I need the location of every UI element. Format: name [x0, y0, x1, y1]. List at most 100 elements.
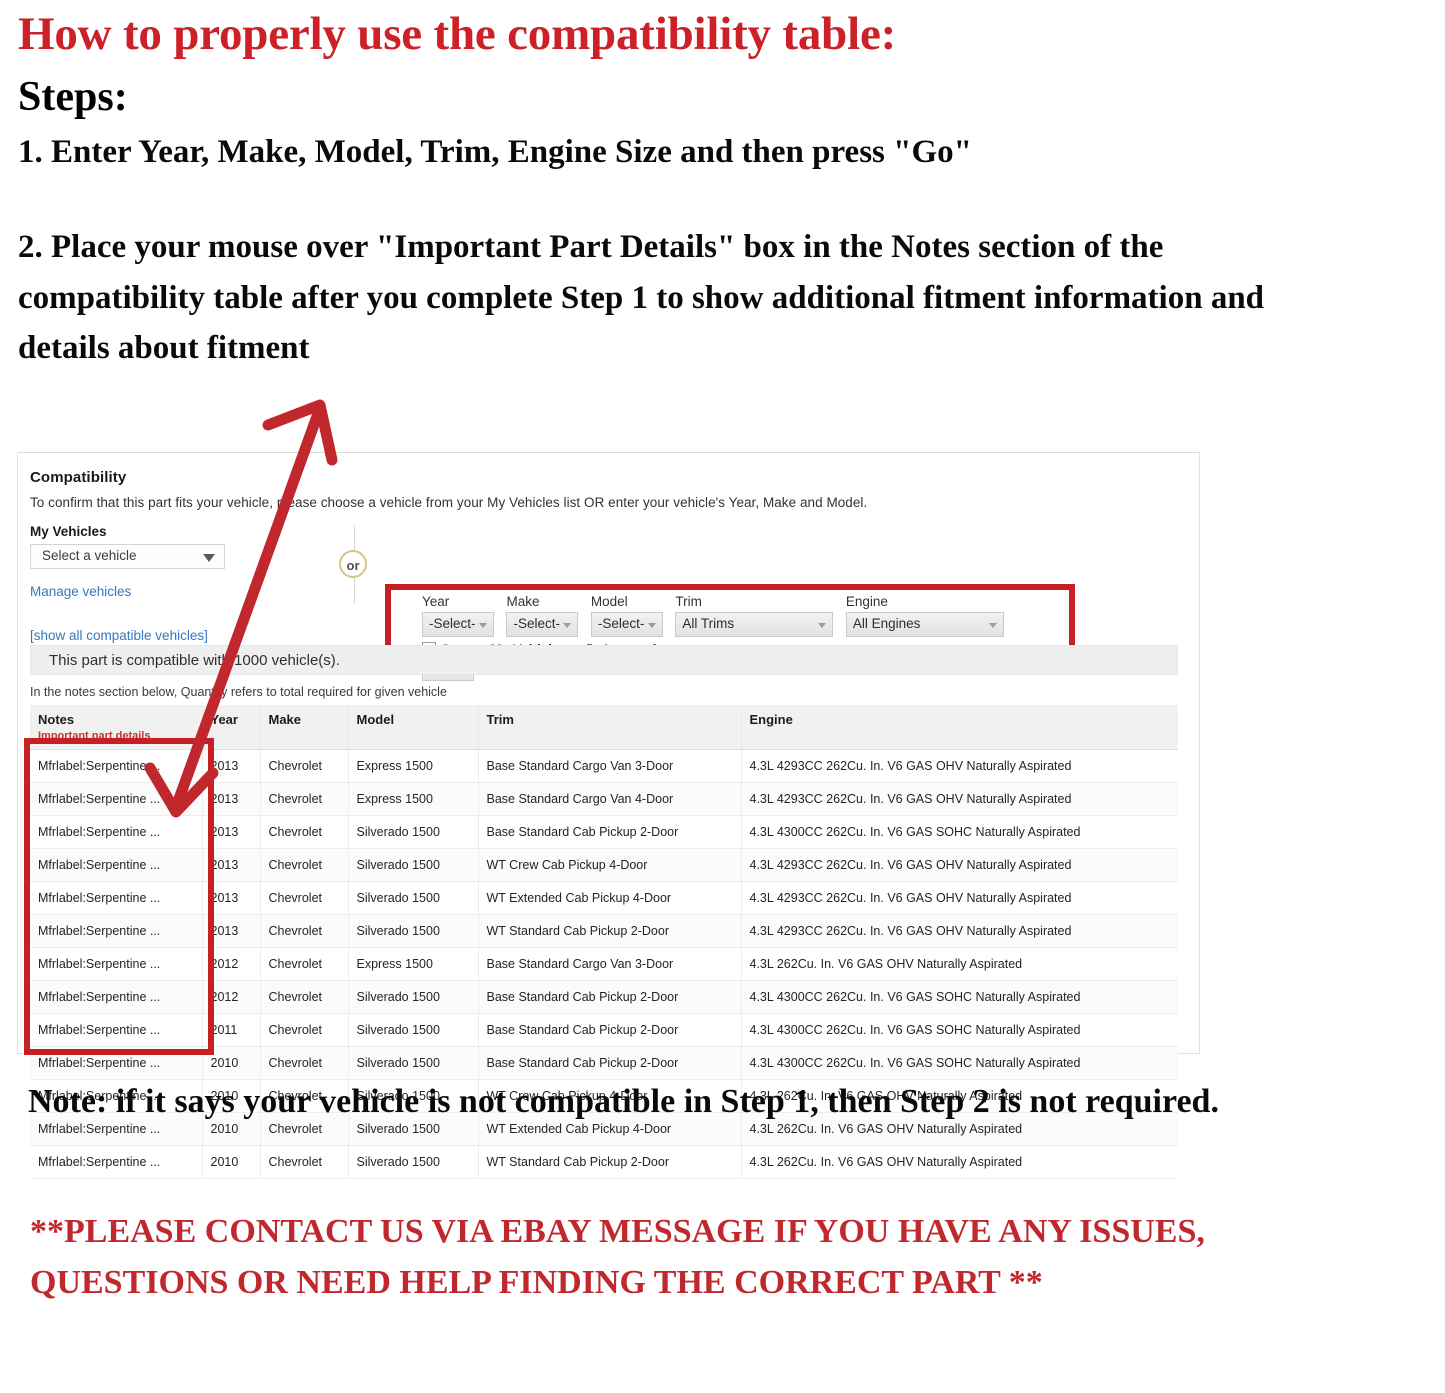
cell-trim: WT Crew Cab Pickup 4-Door: [478, 848, 742, 882]
cell-engine: 4.3L 4293CC 262Cu. In. V6 GAS OHV Natura…: [741, 914, 1178, 948]
cell-make: Chevrolet: [260, 1013, 349, 1047]
cell-notes[interactable]: Mfrlabel:Serpentine ...: [30, 914, 203, 948]
column-header-model[interactable]: Model: [348, 705, 479, 750]
cell-year: 2013: [202, 848, 261, 882]
chevron-down-icon: [988, 623, 997, 628]
column-header-year[interactable]: Year: [202, 705, 261, 750]
model-label: Model: [590, 594, 628, 609]
cell-notes[interactable]: Mfrlabel:Serpentine ...: [30, 980, 203, 1014]
table-row[interactable]: Mfrlabel:Serpentine ... 2013 Chevrolet Expr…: [30, 749, 1178, 783]
cell-engine: 4.3L 4300CC 262Cu. In. V6 GAS SOHC Natur…: [741, 815, 1178, 849]
my-vehicles-label: My Vehicles: [30, 524, 107, 539]
manage-vehicles-link[interactable]: Manage vehicles: [30, 584, 131, 599]
cell-year: 2010: [202, 1046, 261, 1080]
my-vehicles-select[interactable]: Select a vehicle: [30, 544, 225, 569]
cell-trim: Base Standard Cargo Van 3-Door: [478, 749, 742, 783]
cell-engine: 4.3L 262Cu. In. V6 GAS OHV Naturally Asp…: [741, 947, 1178, 981]
year-select[interactable]: -Select-: [422, 612, 494, 637]
make-select-value: -Select-: [513, 616, 560, 631]
column-header-engine[interactable]: Engine: [741, 705, 1178, 750]
step-1-text: 1. Enter Year, Make, Model, Trim, Engine…: [18, 133, 972, 170]
chevron-down-icon: [203, 554, 215, 562]
important-part-details-label: Important part details: [38, 730, 151, 742]
compatible-count-banner: This part is compatible with 1000 vehicl…: [30, 645, 1178, 675]
cell-notes[interactable]: Mfrlabel:Serpentine ...: [30, 1046, 203, 1080]
cell-trim: Base Standard Cab Pickup 2-Door: [478, 1013, 742, 1047]
show-all-compatible-vehicles-link[interactable]: [show all compatible vehicles]: [30, 628, 208, 643]
cell-trim: WT Standard Cab Pickup 2-Door: [478, 914, 742, 948]
table-row[interactable]: Mfrlabel:Serpentine ... 2013 Chevrolet Expr…: [30, 782, 1178, 816]
cell-engine: 4.3L 4293CC 262Cu. In. V6 GAS OHV Natura…: [741, 848, 1178, 882]
cell-year: 2013: [202, 914, 261, 948]
cell-engine: 4.3L 262Cu. In. V6 GAS OHV Naturally Asp…: [741, 1145, 1178, 1179]
table-row[interactable]: Mfrlabel:Serpentine ... 2013 Chevrolet Silv…: [30, 914, 1178, 948]
chevron-down-icon: [647, 623, 656, 628]
table-row[interactable]: Mfrlabel:Serpentine ... 2010 Chevrolet Silv…: [30, 1145, 1178, 1179]
compatibility-panel: Compatibility To confirm that this part …: [17, 452, 1200, 1179]
compatibility-heading: Compatibility: [30, 469, 127, 486]
cell-notes[interactable]: Mfrlabel:Serpentine ...: [30, 749, 203, 783]
table-row[interactable]: Mfrlabel:Serpentine ... 2011 Chevrolet Silv…: [30, 1013, 1178, 1047]
cell-trim: Base Standard Cargo Van 4-Door: [478, 782, 742, 816]
trim-select[interactable]: All Trims: [675, 612, 834, 637]
cell-notes[interactable]: Mfrlabel:Serpentine ...: [30, 947, 203, 981]
table-row[interactable]: Mfrlabel:Serpentine ... 2013 Chevrolet Silv…: [30, 881, 1178, 915]
quantity-note: In the notes section below, Quantity ref…: [30, 685, 447, 699]
compatibility-subtitle: To confirm that this part fits your vehi…: [30, 495, 868, 510]
column-header-notes-label: Notes: [38, 712, 75, 727]
model-selector-group: Model -Select-: [590, 594, 663, 637]
cell-year: 2013: [202, 881, 261, 915]
cell-engine: 4.3L 4293CC 262Cu. In. V6 GAS OHV Natura…: [741, 749, 1178, 783]
engine-select[interactable]: All Engines: [845, 612, 1004, 637]
cell-notes[interactable]: Mfrlabel:Serpentine ...: [30, 881, 203, 915]
cell-model: Silverado 1500: [348, 1046, 479, 1080]
cell-notes[interactable]: Mfrlabel:Serpentine ...: [30, 848, 203, 882]
cell-notes[interactable]: Mfrlabel:Serpentine ...: [30, 1013, 203, 1047]
contact-text: **PLEASE CONTACT US VIA EBAY MESSAGE IF …: [30, 1213, 1205, 1301]
column-header-make[interactable]: Make: [260, 705, 349, 750]
cell-trim: Base Standard Cab Pickup 2-Door: [478, 1046, 742, 1080]
cell-model: Silverado 1500: [348, 815, 479, 849]
chevron-down-icon: [818, 623, 827, 628]
or-divider: or: [324, 526, 386, 604]
cell-make: Chevrolet: [260, 749, 349, 783]
column-header-notes[interactable]: Notes Important part details: [30, 705, 203, 750]
cell-model: Express 1500: [348, 749, 479, 783]
instructions-block: How to properly use the compatibility ta…: [18, 9, 1418, 374]
cell-make: Chevrolet: [260, 947, 349, 981]
cell-model: Express 1500: [348, 947, 479, 981]
model-select-value: -Select-: [597, 616, 645, 631]
table-row[interactable]: Mfrlabel:Serpentine ... 2013 Chevrolet Silv…: [30, 815, 1178, 849]
table-row[interactable]: Mfrlabel:Serpentine ... 2013 Chevrolet Silv…: [30, 848, 1178, 882]
make-selector-group: Make -Select-: [506, 594, 579, 637]
cell-trim: WT Extended Cab Pickup 4-Door: [478, 881, 742, 915]
cell-model: Silverado 1500: [348, 914, 479, 948]
trim-select-value: All Trims: [682, 616, 735, 631]
cell-make: Chevrolet: [260, 1046, 349, 1080]
column-header-trim[interactable]: Trim: [478, 705, 742, 750]
cell-make: Chevrolet: [260, 815, 349, 849]
cell-model: Silverado 1500: [348, 848, 479, 882]
year-select-value: -Select-: [429, 616, 476, 631]
model-select[interactable]: -Select-: [590, 612, 663, 637]
cell-trim: Base Standard Cab Pickup 2-Door: [478, 815, 742, 849]
table-row[interactable]: Mfrlabel:Serpentine ... 2012 Chevrolet Expr…: [30, 947, 1178, 981]
cell-make: Chevrolet: [260, 1145, 349, 1179]
make-select[interactable]: -Select-: [506, 612, 579, 637]
note-text: Note: if it says your vehicle is not com…: [28, 1083, 1219, 1120]
table-row[interactable]: Mfrlabel:Serpentine ... 2010 Chevrolet Silv…: [30, 1046, 1178, 1080]
step-2-text: 2. Place your mouse over "Important Part…: [18, 229, 1265, 367]
vehicle-selection-row: My Vehicles Select a vehicle Manage vehi…: [30, 524, 1199, 681]
steps-heading: Steps:: [18, 73, 128, 120]
cell-year: 2011: [202, 1013, 261, 1047]
table-row[interactable]: Mfrlabel:Serpentine ... 2012 Chevrolet Silv…: [30, 980, 1178, 1014]
cell-notes[interactable]: Mfrlabel:Serpentine ...: [30, 1145, 203, 1179]
cell-notes[interactable]: Mfrlabel:Serpentine ...: [30, 782, 203, 816]
chevron-down-icon: [479, 623, 487, 628]
chevron-down-icon: [563, 623, 572, 628]
my-vehicles-select-value: Select a vehicle: [42, 548, 137, 563]
cell-engine: 4.3L 4300CC 262Cu. In. V6 GAS SOHC Natur…: [741, 980, 1178, 1014]
cell-make: Chevrolet: [260, 848, 349, 882]
cell-year: 2012: [202, 980, 261, 1014]
cell-notes[interactable]: Mfrlabel:Serpentine ...: [30, 815, 203, 849]
